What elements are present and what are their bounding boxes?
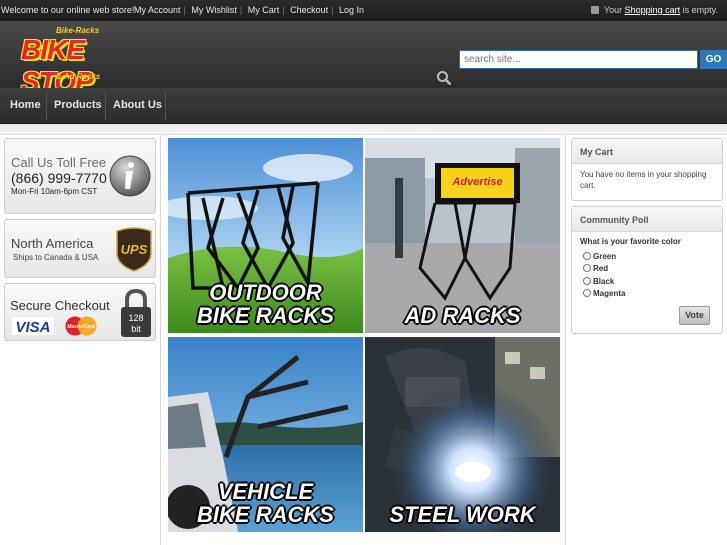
- poll-option-magenta[interactable]: Magenta: [583, 289, 625, 298]
- outdoor-bike-racks-tile[interactable]: OUTDOOR BIKE RACKS: [168, 138, 363, 333]
- visa-logo-icon: VISA: [12, 317, 54, 335]
- poll-option-label: Red: [593, 264, 609, 273]
- cart-empty-message: You have no items in your shopping cart.: [580, 170, 707, 190]
- checkout-link[interactable]: Checkout: [290, 5, 328, 15]
- poll-title: Community Poll: [572, 207, 722, 232]
- shipping-subtitle: Ships to Canada & USA: [13, 253, 99, 262]
- info-icon: [109, 155, 151, 197]
- nav-shadow-bar: [0, 124, 727, 135]
- poll-option-label: Black: [593, 277, 615, 286]
- main-navigation: Home Products About Us: [0, 88, 727, 124]
- featured-categories: OUTDOOR BIKE RACKS Advertise AD RACKS VE…: [160, 135, 566, 545]
- vehicle-caption-line1: VEHICLE: [217, 479, 314, 504]
- radio-icon[interactable]: [583, 252, 591, 260]
- community-poll-box: Community Poll What is your favorite col…: [571, 206, 723, 334]
- secure-checkout-box[interactable]: Secure Checkout VISA MasterCard 128 bit: [4, 283, 156, 341]
- poll-option-red[interactable]: Red: [583, 264, 608, 273]
- shipping-title: North America: [11, 236, 94, 251]
- logo-tagline-bottom: & Ad Racks: [56, 72, 101, 81]
- business-hours: Mon-Fri 10am-6pm CST: [11, 187, 98, 196]
- cart-status: Your Shopping cart is empty.: [590, 5, 718, 15]
- phone-number: (866) 999-7770: [11, 170, 107, 186]
- poll-option-green[interactable]: Green: [583, 252, 616, 261]
- my-cart-box: My Cart You have no items in your shoppi…: [571, 138, 723, 201]
- padlock-bits: 128: [128, 313, 143, 323]
- poll-option-label: Green: [593, 252, 617, 261]
- radio-icon[interactable]: [583, 289, 591, 297]
- radio-icon[interactable]: [583, 277, 591, 285]
- padlock-icon: 128 bit: [121, 288, 151, 337]
- outdoor-caption-line1: OUTDOOR: [209, 280, 322, 305]
- bike-stop-logo[interactable]: Bike-Racks BIKE STOP & Ad Racks: [20, 26, 138, 97]
- ups-logo-text: UPS: [121, 242, 148, 257]
- my-account-link[interactable]: My Account: [134, 5, 181, 15]
- vote-button[interactable]: Vote: [679, 306, 710, 325]
- padlock-bits-label: bit: [131, 324, 141, 334]
- poll-option-label: Magenta: [593, 289, 626, 298]
- mastercard-text: MasterCard: [67, 324, 95, 330]
- my-cart-title: My Cart: [572, 139, 722, 164]
- ad-racks-tile[interactable]: Advertise AD RACKS: [365, 138, 560, 333]
- cart-status-prefix: Your: [603, 5, 623, 15]
- my-cart-link[interactable]: My Cart: [248, 5, 280, 15]
- shopping-cart-link[interactable]: Shopping cart: [625, 5, 681, 15]
- radio-icon[interactable]: [583, 264, 591, 272]
- cart-status-suffix: is empty.: [682, 5, 718, 15]
- nav-about-us[interactable]: About Us: [113, 88, 162, 124]
- my-wishlist-link[interactable]: My Wishlist: [191, 5, 237, 15]
- call-us-title: Call Us Toll Free: [11, 155, 107, 170]
- visa-text: VISA: [15, 319, 50, 335]
- login-link[interactable]: Log In: [339, 5, 364, 15]
- steel-work-tile[interactable]: STEEL WORK: [365, 337, 560, 532]
- vehicle-bike-racks-tile[interactable]: VEHICLE BIKE RACKS: [168, 337, 363, 532]
- search-go-button[interactable]: GO: [700, 50, 727, 69]
- mastercard-logo-icon: MasterCard: [65, 316, 97, 336]
- call-us-box[interactable]: Call Us Toll Free (866) 999-7770 Mon-Fri…: [4, 138, 156, 214]
- secure-checkout-title: Secure Checkout: [10, 298, 110, 313]
- vehicle-caption-line2: BIKE RACKS: [197, 502, 334, 527]
- outdoor-caption-line2: BIKE RACKS: [197, 303, 334, 328]
- ups-logo-icon: UPS: [116, 227, 152, 272]
- steel-work-caption: STEEL WORK: [389, 502, 536, 527]
- nav-products[interactable]: Products: [54, 88, 102, 124]
- nav-home[interactable]: Home: [10, 88, 41, 124]
- advertise-sign: Advertise: [452, 176, 503, 188]
- account-links: My Account | My Wishlist | My Cart | Checko…: [134, 5, 365, 15]
- ad-racks-caption: AD RACKS: [404, 303, 521, 328]
- poll-option-black[interactable]: Black: [583, 277, 614, 286]
- top-bar: Welcome to our online web store! My Acco…: [0, 0, 727, 21]
- search-input[interactable]: [459, 50, 698, 69]
- shipping-box[interactable]: North America Ships to Canada & USA UPS: [4, 219, 156, 278]
- poll-question: What is your favorite color: [580, 237, 681, 246]
- welcome-message: Welcome to our online web store!: [1, 5, 135, 15]
- cart-icon: [590, 6, 599, 14]
- search-icon: [437, 71, 452, 86]
